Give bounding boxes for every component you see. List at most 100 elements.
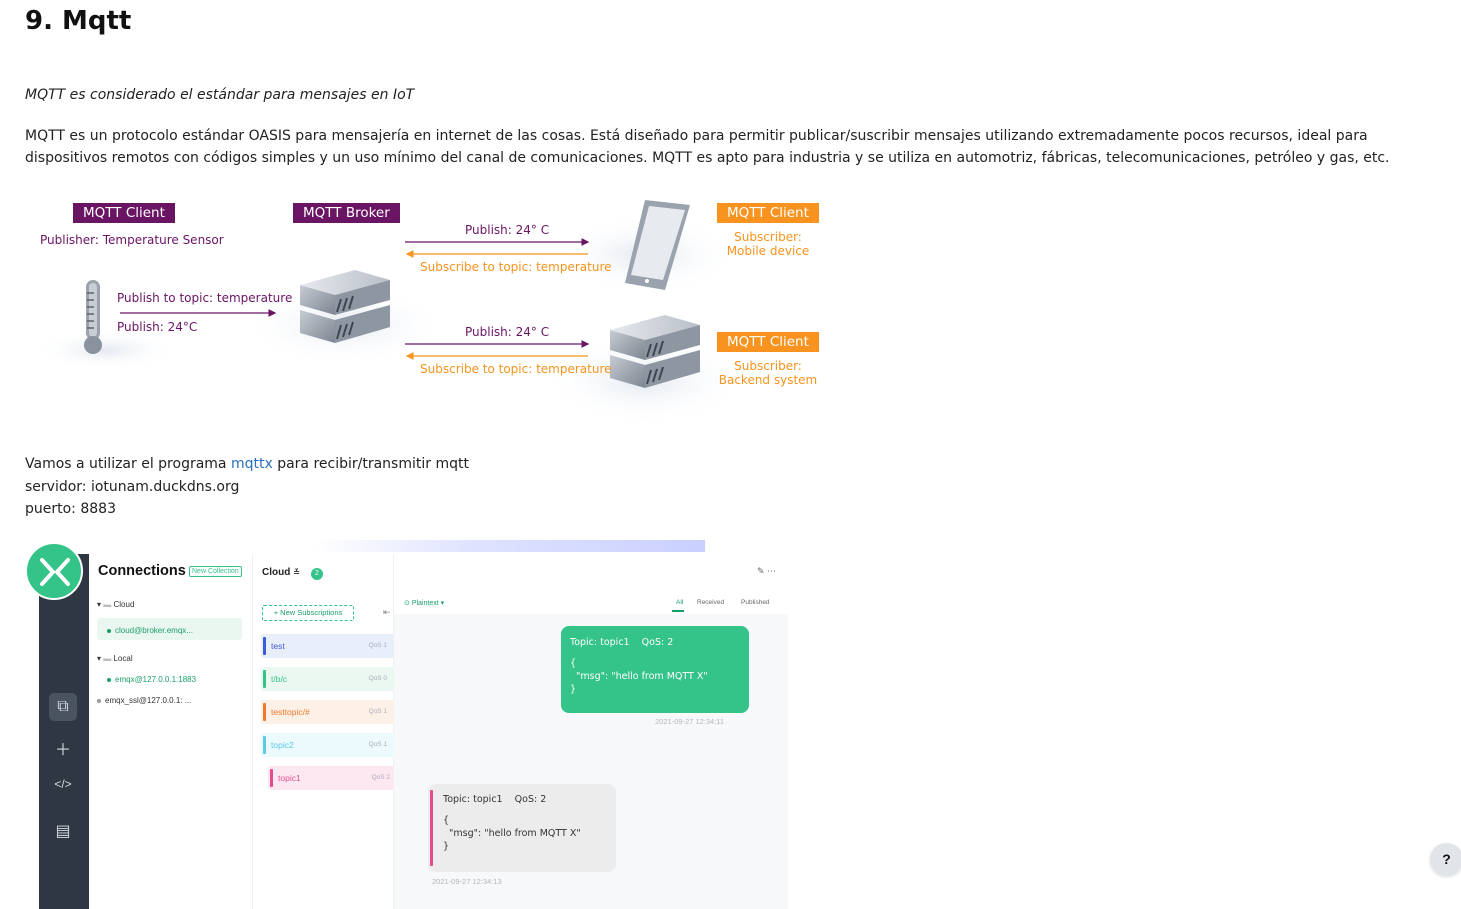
client-publisher-desc: Publisher: Temperature Sensor (40, 233, 224, 247)
active-conn-label: Cloud (262, 567, 291, 578)
subscription-item[interactable]: test QoS 1 (261, 634, 397, 658)
received-message-header: Topic: topic1 QoS: 2 (443, 794, 547, 805)
messages-toolbar (394, 594, 788, 615)
connections-panel: Connections New Collection ▾ ▬ Cloud clo… (89, 554, 253, 909)
local-conn-label: emqx@127.0.0.1:1883 (115, 675, 197, 684)
connections-nav-icon[interactable]: ⧉ (49, 693, 77, 721)
mobile-desc-line1: Subscriber: (734, 230, 802, 244)
subscription-item[interactable]: t/b/c QoS 0 (261, 667, 397, 691)
subscription-item[interactable]: testtopic/# QoS 1 (261, 700, 397, 724)
topic-color-bar (263, 736, 266, 754)
backend-client-desc: Subscriber: Backend system (718, 359, 818, 387)
new-connection-icon[interactable]: ＋ (49, 734, 77, 762)
received-line1: { (443, 815, 450, 826)
connection-cloud[interactable]: cloud@broker.emqx... (107, 626, 193, 635)
tab-published[interactable]: Published (741, 599, 770, 606)
log-icon[interactable]: ▤ (49, 817, 77, 845)
subscription-qos: QoS 2 (371, 774, 390, 781)
subscription-topic: test (271, 641, 285, 651)
mqttx-logo (25, 542, 83, 600)
mqtt-diagram: MQTT Client Publisher: Temperature Senso… (25, 185, 845, 435)
topic-color-bar (270, 769, 273, 787)
received-line2: "msg": "hello from MQTT X" (443, 828, 581, 839)
mobile-client-desc: Subscriber: Mobile device (718, 230, 818, 258)
mqttx-screenshot: ⧉ ＋ </> ▤ Connections New Collection ▾ ▬… (25, 540, 788, 909)
sent-line1: { (570, 658, 577, 669)
subscription-item[interactable]: topic1 QoS 2 (268, 766, 400, 790)
tab-all[interactable]: All (676, 599, 683, 606)
subscription-qos: QoS 1 (368, 708, 387, 715)
backend-client-tag: MQTT Client (717, 332, 819, 352)
sent-message-header: Topic: topic1 QoS: 2 (570, 637, 674, 648)
subscription-item[interactable]: topic2 QoS 1 (261, 733, 397, 757)
more-icon[interactable]: ✎ ⋯ (757, 566, 776, 577)
new-subscription-button[interactable]: + New Subscriptions (262, 605, 354, 621)
script-icon[interactable]: </> (49, 770, 77, 798)
sent-line2: "msg": "hello from MQTT X" (570, 671, 708, 682)
received-message-bubble: Topic: topic1 QoS: 2 { "msg": "hello fro… (428, 784, 616, 872)
subscription-qos: QoS 1 (368, 741, 387, 748)
subscription-topic: t/b/c (271, 674, 288, 684)
backend-desc-line1: Subscriber: (734, 359, 802, 373)
mqttx-link[interactable]: mqttx (231, 456, 273, 472)
received-line3: } (443, 841, 450, 852)
topic-color-bar (263, 637, 266, 655)
ssl-conn-label: emqx_ssl@127.0.0.1: ... (105, 696, 192, 705)
active-connection-title[interactable]: Cloud ≚ (262, 567, 300, 578)
mobile-client-tag: MQTT Client (717, 203, 819, 223)
mqttx-logo-icon (40, 558, 70, 586)
mobile-desc-line2: Mobile device (726, 244, 810, 258)
decorative-gradient (315, 540, 705, 552)
mobile-subscribe-label: Subscribe to topic: temperature (420, 260, 612, 274)
subtitle: MQTT es considerado el estándar para men… (25, 87, 415, 103)
cloud-conn-label: cloud@broker.emqx... (115, 626, 193, 635)
new-collection-button[interactable]: New Collection (189, 566, 242, 577)
sent-message-time: 2021-09-27 12:34:11 (655, 717, 725, 726)
mobile-publish-label: Publish: 24° C (465, 223, 550, 237)
broker-tag: MQTT Broker (293, 203, 400, 223)
backend-publish-label: Publish: 24° C (465, 325, 550, 339)
program-line: Vamos a utilizar el programa mqttx para … (25, 453, 469, 476)
subscription-topic: topic2 (271, 740, 294, 750)
server-line: servidor: iotunam.duckdns.org (25, 478, 240, 495)
publish-topic-label: Publish to topic: temperature (117, 291, 293, 305)
local-folder-label: Local (113, 654, 133, 663)
topic-color-bar (263, 670, 266, 688)
subscription-topic: topic1 (278, 773, 301, 783)
mqttx-info: Vamos a utilizar el programa mqttx para … (25, 453, 469, 521)
cloud-folder-label: Cloud (113, 600, 135, 609)
port-line: puerto: 8883 (25, 501, 116, 517)
tab-received[interactable]: Received (697, 599, 724, 606)
backend-subscribe-label: Subscribe to topic: temperature (420, 362, 612, 376)
tree-folder-cloud[interactable]: ▾ ▬ Cloud (97, 600, 134, 609)
publish-value-label: Publish: 24°C (117, 320, 198, 334)
connection-ssl[interactable]: emqx_ssl@127.0.0.1: ... (97, 696, 191, 705)
tree-folder-local[interactable]: ▾ ▬ Local (97, 654, 133, 663)
app-sidebar (39, 554, 89, 909)
subscription-topic: testtopic/# (271, 707, 310, 717)
payload-format-label: Plaintext (411, 600, 439, 607)
sent-message-bubble: Topic: topic1 QoS: 2 { "msg": "hello fro… (561, 626, 749, 713)
sent-line3: } (570, 684, 577, 695)
topic-color-bar (430, 790, 433, 866)
subscriptions-panel: Cloud ≚ 2 + New Subscriptions ⇤ test QoS … (253, 554, 400, 909)
payload-format-select[interactable]: ⊙ Plaintext ▾ (404, 599, 444, 607)
topic-color-bar (263, 703, 266, 721)
backend-desc-line2: Backend system (718, 373, 818, 387)
program-suffix: para recibir/transmitir mqtt (272, 456, 469, 472)
client-publisher-tag: MQTT Client (73, 203, 175, 223)
thermometer-icon (84, 280, 102, 354)
connection-local[interactable]: emqx@127.0.0.1:1883 (107, 675, 196, 684)
page-title: 9. Mqtt (25, 6, 132, 36)
messages-panel: ✎ ⋯ ⊙ Plaintext ▾ All Received Published… (394, 554, 788, 909)
help-button[interactable]: ? (1430, 843, 1461, 876)
tab-underline (672, 610, 684, 612)
received-message-time: 2021-09-27 12:34:13 (432, 877, 502, 886)
collapse-icon[interactable]: ⇤ (383, 607, 391, 618)
connections-title: Connections (98, 563, 186, 579)
subscription-qos: QoS 1 (368, 642, 387, 649)
connection-count-badge: 2 (311, 568, 323, 580)
intro-paragraph: MQTT es un protocolo estándar OASIS para… (25, 128, 1390, 166)
program-prefix: Vamos a utilizar el programa (25, 456, 231, 472)
subscription-qos: QoS 0 (368, 675, 387, 682)
